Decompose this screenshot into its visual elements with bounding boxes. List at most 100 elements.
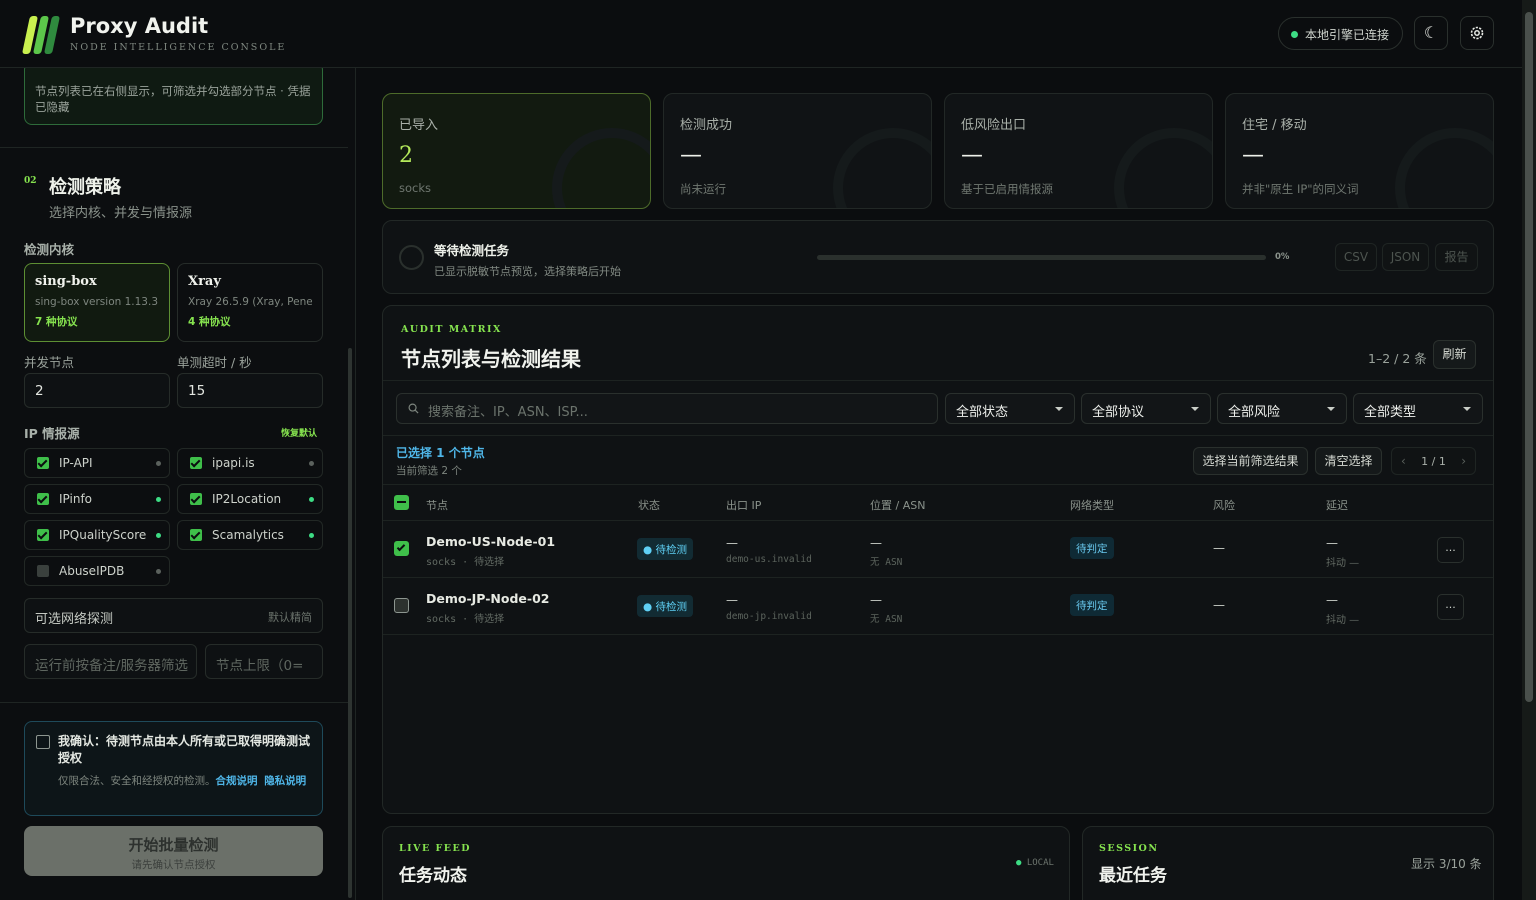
location: —	[870, 536, 882, 550]
status-filter-select[interactable]: 全部状态	[945, 393, 1075, 424]
intel-source-abuseipdb[interactable]: AbuseIPDB	[24, 556, 170, 586]
moon-icon: ☾	[1423, 23, 1439, 42]
row-checkbox-checked[interactable]	[394, 541, 409, 556]
matrix-eyebrow: AUDIT MATRIX	[401, 324, 502, 335]
table-row[interactable]: Demo-JP-Node-02 socks · 待选择 ● 待检测 — demo…	[383, 577, 1493, 634]
network-probe-value: 默认精简	[268, 611, 312, 624]
page-scrollbar-thumb[interactable]	[1525, 12, 1533, 702]
audit-matrix-card: AUDIT MATRIX 节点列表与检测结果 1–2 / 2 条 刷新 搜索备注…	[382, 305, 1494, 814]
row-checkbox-unchecked[interactable]	[394, 598, 409, 613]
core-name: sing-box	[35, 274, 97, 289]
refresh-button[interactable]: 刷新	[1433, 340, 1476, 369]
col-latency[interactable]: 延迟	[1326, 497, 1348, 513]
col-status[interactable]: 状态	[638, 497, 660, 513]
col-network-type[interactable]: 网络类型	[1070, 497, 1114, 513]
prev-page-icon[interactable]: ‹	[1401, 448, 1406, 474]
start-batch-button[interactable]: 开始批量检测 请先确认节点授权	[24, 826, 323, 876]
protocol-filter-select[interactable]: 全部协议	[1081, 393, 1211, 424]
network-probe-label: 可选网络探测	[35, 612, 114, 627]
feed-eyebrow: LIVE FEED	[399, 843, 472, 854]
status-dot-icon: ●	[1016, 858, 1027, 868]
consent-checkbox[interactable]	[36, 735, 50, 749]
task-title: 等待检测任务	[434, 243, 510, 258]
next-page-icon[interactable]: ›	[1461, 448, 1466, 474]
timeout-input[interactable]: 15	[177, 373, 323, 408]
core-protocols: 4 种协议	[188, 316, 231, 328]
core-name: Xray	[188, 274, 221, 289]
select-all-checkbox[interactable]	[394, 495, 409, 510]
page-scrollbar[interactable]	[1522, 0, 1536, 900]
risk-filter-select[interactable]: 全部风险	[1217, 393, 1347, 424]
select-filtered-button[interactable]: 选择当前筛选结果	[1193, 447, 1308, 475]
concurrency-label: 并发节点	[24, 355, 75, 370]
intel-source-ipqualityscore[interactable]: IPQualityScore	[24, 520, 170, 550]
privacy-link[interactable]: 隐私说明	[264, 775, 306, 787]
col-location[interactable]: 位置 / ASN	[870, 497, 925, 513]
core-option-singbox[interactable]: sing-box sing-box version 1.13.3 7 种协议	[24, 263, 170, 342]
checkbox-checked[interactable]	[37, 457, 49, 469]
search-input[interactable]: 搜索备注、IP、ASN、ISP...	[396, 393, 938, 424]
intel-source-ip2location[interactable]: IP2Location	[177, 484, 323, 514]
network-probe-toggle[interactable]: 可选网络探测 默认精简	[24, 598, 323, 633]
intel-source-label: AbuseIPDB	[59, 564, 125, 578]
row-more-button[interactable]: ...	[1437, 594, 1464, 620]
asn: 无 ASN	[870, 614, 903, 625]
clear-selection-button[interactable]: 清空选择	[1315, 447, 1382, 475]
session-card: SESSION 最近任务 显示 3/10 条	[1082, 826, 1494, 900]
core-option-xray[interactable]: Xray Xray 26.5.9 (Xray, Penet... 4 种协议	[177, 263, 323, 342]
checkbox-checked[interactable]	[190, 529, 202, 541]
col-exit-ip[interactable]: 出口 IP	[726, 497, 761, 513]
export-json-button[interactable]: JSON	[1382, 243, 1429, 271]
compliance-link[interactable]: 合规说明	[216, 775, 258, 787]
main-area: 已导入 2 socks 检测成功 — 尚未运行 低风险出口 — 基于已启用情报源…	[357, 68, 1522, 900]
task-subtitle: 已显示脱敏节点预览，选择策略后开始	[434, 265, 621, 278]
core-label: 检测内核	[24, 242, 75, 257]
intel-source-ip-api[interactable]: IP-API	[24, 448, 170, 478]
exit-host: demo-us.invalid	[726, 554, 812, 565]
export-report-button[interactable]: 报告	[1435, 243, 1478, 271]
divider	[383, 435, 1493, 436]
row-more-button[interactable]: ...	[1437, 537, 1464, 563]
intel-source-ipapi-is[interactable]: ipapi.is	[177, 448, 323, 478]
top-bar: Proxy Audit NODE INTELLIGENCE CONSOLE 本地…	[0, 0, 1522, 68]
asn: 无 ASN	[870, 557, 903, 568]
concurrency-input[interactable]: 2	[24, 373, 170, 408]
exit-host: demo-jp.invalid	[726, 611, 812, 622]
node-sub: socks · 待选择	[426, 614, 505, 625]
filter-input[interactable]: 运行前按备注/服务器筛选	[24, 644, 197, 679]
intel-source-ipinfo[interactable]: IPinfo	[24, 484, 170, 514]
export-csv-button[interactable]: CSV	[1335, 243, 1377, 271]
engine-status-text: 本地引擎已连接	[1305, 28, 1390, 42]
type-filter-select[interactable]: 全部类型	[1353, 393, 1483, 424]
intel-source-scamalytics[interactable]: Scamalytics	[177, 520, 323, 550]
col-node[interactable]: 节点	[426, 497, 448, 513]
node-name: Demo-US-Node-01	[426, 534, 556, 549]
divider	[383, 634, 1493, 635]
node-limit-input[interactable]: 节点上限（0=	[205, 644, 323, 679]
exit-ip: —	[726, 536, 738, 550]
session-title: 最近任务	[1099, 866, 1167, 886]
table-row[interactable]: Demo-US-Node-01 socks · 待选择 ● 待检测 — demo…	[383, 520, 1493, 577]
settings-button[interactable]	[1460, 16, 1494, 50]
intel-reset-link[interactable]: 恢复默认	[281, 426, 317, 439]
checkbox-unchecked[interactable]	[37, 565, 49, 577]
engine-status-badge: 本地引擎已连接	[1278, 17, 1403, 50]
decorative-ring	[1395, 128, 1493, 208]
checkbox-checked[interactable]	[37, 529, 49, 541]
checkbox-checked[interactable]	[190, 457, 202, 469]
status-dot-icon	[309, 497, 314, 502]
search-placeholder: 搜索备注、IP、ASN、ISP...	[428, 405, 588, 420]
sidebar-scrollbar[interactable]	[348, 348, 352, 898]
table-header: 节点 状态 出口 IP 位置 / ASN 网络类型 风险 延迟	[383, 484, 1493, 522]
exit-ip: —	[726, 593, 738, 607]
col-risk[interactable]: 风险	[1213, 497, 1235, 513]
matrix-count: 1–2 / 2 条	[1368, 351, 1427, 366]
filtered-count: 当前筛选 2 个	[396, 465, 462, 477]
theme-toggle-button[interactable]: ☾	[1414, 16, 1448, 50]
search-icon	[408, 403, 419, 414]
status-dot-icon: ●	[643, 544, 656, 556]
divider	[383, 380, 1493, 381]
checkbox-checked[interactable]	[190, 493, 202, 505]
checkbox-checked[interactable]	[37, 493, 49, 505]
matrix-title: 节点列表与检测结果	[401, 347, 581, 371]
